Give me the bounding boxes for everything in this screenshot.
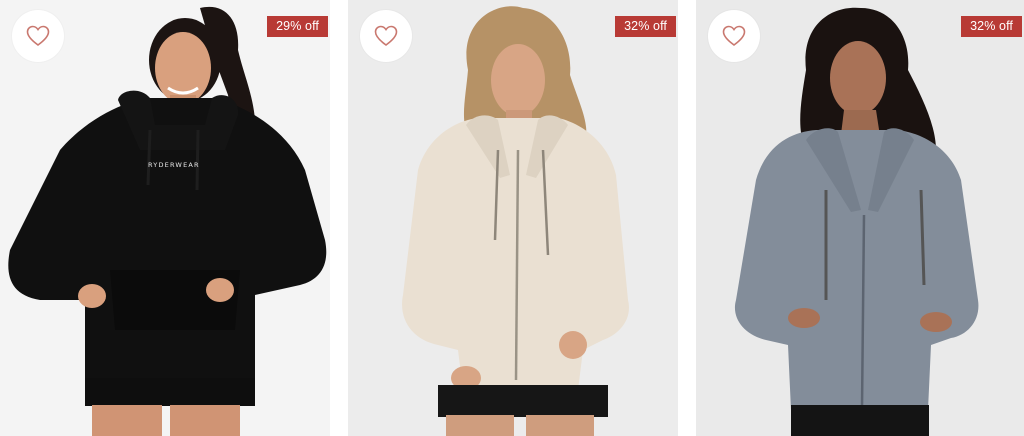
wishlist-button[interactable] bbox=[360, 10, 412, 62]
discount-badge: 32% off bbox=[615, 16, 676, 37]
product-card-cream-zip-hoodie[interactable]: 32% off bbox=[348, 0, 678, 436]
brand-print: RYDERWEAR bbox=[148, 161, 200, 169]
wishlist-button[interactable] bbox=[12, 10, 64, 62]
product-card-grey-zip-hoodie[interactable]: 32% off bbox=[696, 0, 1024, 436]
heart-outline-icon bbox=[722, 25, 746, 46]
discount-badge: 32% off bbox=[961, 16, 1022, 37]
product-image-black-hoodie[interactable] bbox=[0, 0, 330, 436]
product-image-cream-zip-hoodie[interactable] bbox=[348, 0, 678, 436]
heart-outline-icon bbox=[26, 25, 50, 46]
heart-outline-icon bbox=[374, 25, 398, 46]
product-grid: RYDERWEAR 29% off 32% off 32% off bbox=[0, 0, 1024, 436]
product-image-grey-zip-hoodie[interactable] bbox=[696, 0, 1024, 436]
wishlist-button[interactable] bbox=[708, 10, 760, 62]
product-card-black-hoodie[interactable]: RYDERWEAR 29% off bbox=[0, 0, 330, 436]
discount-badge: 29% off bbox=[267, 16, 328, 37]
